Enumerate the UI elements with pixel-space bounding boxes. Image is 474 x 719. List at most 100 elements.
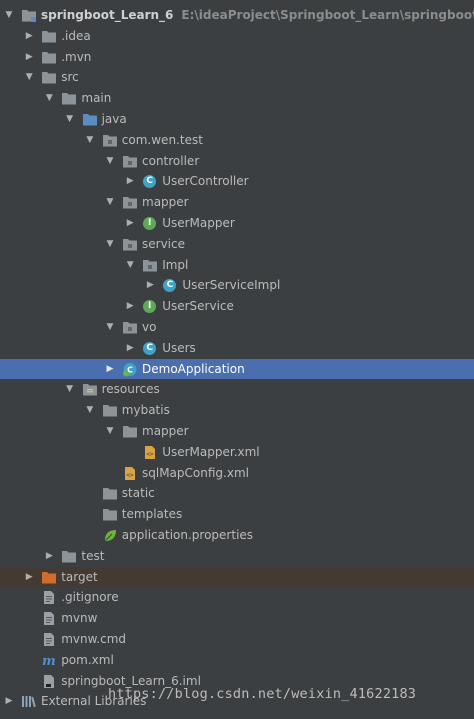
tree-item-usercontroller[interactable]: ▶ C UserController — [0, 171, 474, 192]
tree-item-name: mapper — [142, 195, 189, 210]
tree-item-impl[interactable]: ▼ Impl — [0, 255, 474, 276]
expand-arrow-right-icon[interactable]: ▶ — [125, 171, 135, 192]
tree-item-label: static — [122, 483, 155, 504]
tree-item-mybatis[interactable]: ▼ mybatis — [0, 400, 474, 421]
expand-arrow-down-icon[interactable]: ▼ — [125, 255, 135, 276]
expand-arrow-right-icon[interactable]: ▶ — [24, 47, 34, 68]
expand-arrow-down-icon[interactable]: ▼ — [105, 151, 115, 172]
tree-item-name: application.properties — [121, 527, 254, 542]
expand-arrow-down-icon[interactable]: ▼ — [105, 192, 115, 213]
expand-arrow-down-icon[interactable]: ▼ — [105, 234, 115, 255]
tree-item-label: com.wen.test — [122, 130, 203, 151]
tree-item-name: sqlMapConfig.xml — [142, 465, 249, 480]
tree-item-label: Impl — [162, 255, 188, 276]
expand-arrow-down-icon[interactable]: ▼ — [105, 421, 115, 442]
expand-arrow-down-icon[interactable]: ▼ — [85, 130, 95, 151]
tree-item-static[interactable]: static — [0, 483, 474, 504]
tree-item-users[interactable]: ▶ C Users — [0, 338, 474, 359]
xml-file-icon: <> — [122, 466, 138, 481]
tree-item-name: templates — [121, 507, 183, 522]
expand-arrow-right-icon[interactable]: ▶ — [4, 691, 14, 712]
expand-arrow-down-icon[interactable]: ▼ — [24, 67, 34, 88]
tree-item-name: .mvn — [61, 49, 92, 64]
expand-arrow-right-icon[interactable]: ▶ — [44, 546, 54, 567]
tree-item-name: UserServiceImpl — [182, 278, 281, 293]
spring-boot-class-icon: C — [122, 362, 138, 377]
tree-item-java[interactable]: ▼ java — [0, 109, 474, 130]
tree-item-name: UserController — [162, 174, 249, 189]
tree-item-label: sqlMapConfig.xml — [142, 463, 249, 484]
tree-item-label: service — [142, 234, 185, 255]
tree-item-mvn[interactable]: ▶ .mvn — [0, 47, 474, 68]
folder-icon — [61, 549, 77, 564]
tree-item-demoapplication[interactable]: ▶ C DemoApplication — [0, 358, 474, 380]
tree-item-name: vo — [142, 319, 157, 334]
expand-arrow-down-icon[interactable]: ▼ — [65, 379, 75, 400]
tree-item-label: springboot_Learn_6 E:\ideaProject\Springb… — [41, 5, 474, 26]
expand-arrow-down-icon[interactable]: ▼ — [4, 5, 14, 26]
tree-item-pom-xml[interactable]: m pom.xml — [0, 650, 474, 671]
tree-item-springboot-learn-6[interactable]: ▼ springboot_Learn_6 E:\ideaProject\Spring… — [0, 5, 474, 26]
tree-item-gitignore[interactable]: .gitignore — [0, 587, 474, 608]
expand-arrow-down-icon[interactable]: ▼ — [85, 400, 95, 421]
tree-item-name: mvnw.cmd — [61, 631, 127, 646]
tree-item-name: .idea — [61, 28, 91, 43]
tree-item-name: service — [142, 236, 185, 251]
excluded-folder-icon — [41, 570, 57, 585]
class-icon: C — [162, 278, 178, 293]
tree-item-resources[interactable]: ▼ resources — [0, 379, 474, 400]
expand-arrow-right-icon[interactable]: ▶ — [24, 26, 34, 47]
folder-icon — [41, 29, 57, 44]
expand-arrow-down-icon[interactable]: ▼ — [105, 317, 115, 338]
expand-arrow-right-icon[interactable]: ▶ — [24, 567, 34, 588]
project-tree[interactable]: ▼ springboot_Learn_6 E:\ideaProject\Spring… — [0, 5, 474, 712]
expand-arrow-down-icon[interactable]: ▼ — [65, 109, 75, 130]
tree-item-name: controller — [142, 153, 200, 168]
expand-arrow-right-icon[interactable]: ▶ — [125, 296, 135, 317]
tree-item-userserviceimpl[interactable]: ▶ C UserServiceImpl — [0, 275, 474, 296]
tree-item-name: mvnw — [61, 611, 98, 626]
tree-item-label: target — [61, 567, 98, 588]
package-icon — [122, 237, 138, 252]
tree-item-vo[interactable]: ▼ vo — [0, 317, 474, 338]
tree-item-application-properties[interactable]: application.properties — [0, 525, 474, 546]
expand-arrow-right-icon[interactable]: ▶ — [125, 213, 135, 234]
expand-arrow-right-icon[interactable]: ▶ — [105, 359, 115, 380]
tree-item-mvnw[interactable]: mvnw — [0, 608, 474, 629]
tree-item-main[interactable]: ▼ main — [0, 88, 474, 109]
interface-icon: I — [142, 299, 158, 314]
tree-item-name: .gitignore — [61, 590, 119, 605]
tree-item-mapper[interactable]: ▼ mapper — [0, 192, 474, 213]
tree-item-templates[interactable]: templates — [0, 504, 474, 525]
xml-file-icon: <> — [142, 445, 158, 460]
tree-item-name: com.wen.test — [121, 132, 203, 147]
tree-item-controller[interactable]: ▼ controller — [0, 151, 474, 172]
tree-item-mvnw-cmd[interactable]: mvnw.cmd — [0, 629, 474, 650]
tree-item-userservice[interactable]: ▶ I UserService — [0, 296, 474, 317]
spring-properties-icon — [102, 528, 118, 543]
tree-item-test[interactable]: ▶ test — [0, 546, 474, 567]
svg-text:m: m — [42, 654, 56, 668]
expand-arrow-right-icon[interactable]: ▶ — [145, 275, 155, 296]
expand-arrow-right-icon[interactable]: ▶ — [125, 338, 135, 359]
tree-item-usermapper[interactable]: ▶ I UserMapper — [0, 213, 474, 234]
tree-item-sqlmapconfig-xml[interactable]: <> sqlMapConfig.xml — [0, 463, 474, 484]
tree-item-label: DemoApplication — [142, 359, 245, 380]
libraries-icon — [21, 694, 37, 709]
package-icon — [122, 154, 138, 169]
tree-item-idea[interactable]: ▶ .idea — [0, 26, 474, 47]
tree-item-name: java — [101, 111, 127, 126]
tree-item-service[interactable]: ▼ service — [0, 234, 474, 255]
svg-text:<>: <> — [126, 472, 134, 479]
tree-item-label: Users — [162, 338, 196, 359]
expand-arrow-down-icon[interactable]: ▼ — [44, 88, 54, 109]
tree-item-mapper[interactable]: ▼ mapper — [0, 421, 474, 442]
tree-item-target[interactable]: ▶ target — [0, 566, 474, 588]
tree-item-com-wen-test[interactable]: ▼ com.wen.test — [0, 130, 474, 151]
tree-item-src[interactable]: ▼ src — [0, 67, 474, 88]
package-icon — [122, 195, 138, 210]
tree-item-label: mybatis — [122, 400, 170, 421]
tree-item-name: Impl — [162, 257, 189, 272]
iml-file-icon — [41, 674, 57, 689]
tree-item-usermapper-xml[interactable]: <> UserMapper.xml — [0, 442, 474, 463]
